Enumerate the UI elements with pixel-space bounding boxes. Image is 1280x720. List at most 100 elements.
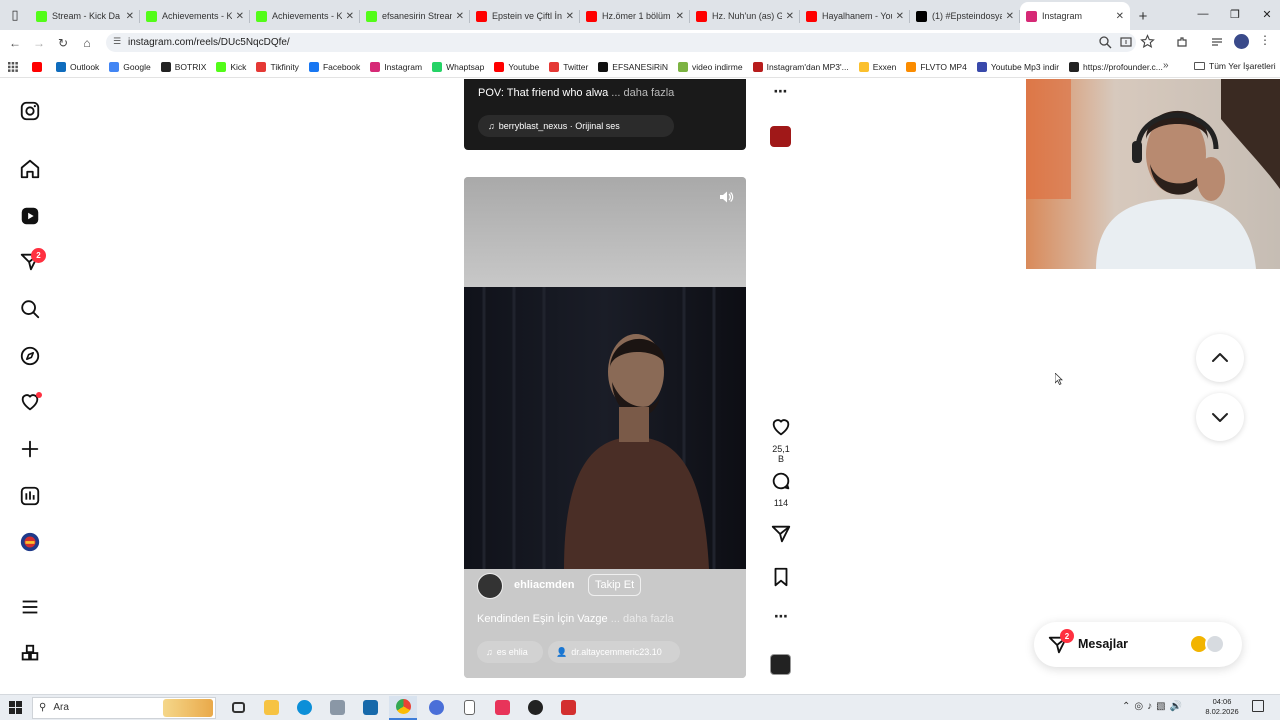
reel-top-more-options-icon[interactable]: ⋯: [768, 83, 794, 100]
tab-close-icon[interactable]: ✕: [236, 11, 244, 22]
bookmark-item[interactable]: Facebook: [308, 61, 360, 72]
tiktok-icon[interactable]: [488, 696, 516, 720]
create-plus-icon[interactable]: [18, 437, 42, 461]
tab-close-icon[interactable]: ✕: [126, 11, 134, 22]
taskbar-clock[interactable]: 04:06 8.02.2026: [1205, 697, 1239, 717]
more-options-icon[interactable]: ⋯: [768, 608, 794, 625]
bookmark-item[interactable]: Youtube Mp3 indir: [976, 61, 1059, 72]
bookmark-star-icon[interactable]: [1140, 34, 1155, 49]
home-icon[interactable]: [18, 157, 42, 181]
forward-button[interactable]: →: [27, 31, 51, 55]
audio-chip[interactable]: ♫ berryblast_nexus · Orijinal ses: [478, 115, 674, 137]
reel-video-frame[interactable]: [464, 287, 746, 569]
audio-thumbnail[interactable]: [770, 654, 791, 675]
dashboard-chart-icon[interactable]: [18, 484, 42, 508]
bookmark-item[interactable]: Instagram: [370, 61, 422, 72]
tab-close-icon[interactable]: ✕: [1006, 11, 1014, 22]
browser-tab[interactable]: Achievements - K ✕: [250, 2, 360, 30]
tab-close-icon[interactable]: ✕: [346, 11, 354, 22]
more-bookmarks-button[interactable]: »: [1163, 60, 1169, 71]
browser-tab[interactable]: Hayalhanem - You ✕: [800, 2, 910, 30]
chrome-menu-icon[interactable]: ⋮: [1259, 33, 1271, 47]
reload-button[interactable]: ↻: [51, 31, 75, 55]
bookmark-item[interactable]: Youtube: [494, 61, 539, 72]
bookmark-item[interactable]: FLVTO MP4: [906, 61, 967, 72]
all-bookmarks-folder[interactable]: Tüm Yer İşaretleri: [1194, 61, 1276, 71]
explore-compass-icon[interactable]: [18, 344, 42, 368]
also-from-meta-icon[interactable]: [18, 642, 42, 666]
site-info-icon[interactable]: ☰: [113, 36, 121, 47]
notification-center-icon[interactable]: [1252, 700, 1264, 712]
tab-close-icon[interactable]: ✕: [456, 11, 464, 22]
chrome-taskbar-icon[interactable]: [389, 695, 417, 720]
previous-reel-button[interactable]: [1196, 334, 1244, 382]
browser-tab[interactable]: Instagram ✕: [1020, 2, 1130, 30]
author-username[interactable]: ehliacmden: [514, 579, 575, 591]
reel-top-audio-thumbnail[interactable]: [770, 126, 791, 147]
new-tab-button[interactable]: +: [1130, 2, 1156, 30]
app-icon-orb[interactable]: [422, 696, 450, 720]
taskbar-search-box[interactable]: ⚲ Ara: [32, 696, 216, 719]
maximize-button[interactable]: ❐: [1218, 0, 1252, 28]
follow-button[interactable]: Takip Et: [588, 574, 642, 596]
zoom-icon[interactable]: [1098, 35, 1112, 49]
reel-main[interactable]: ehliacmden Takip Et Kendinden Eşin İçin …: [464, 177, 746, 678]
install-app-icon[interactable]: [1119, 35, 1133, 49]
bookmark-item[interactable]: Whaptsap: [432, 61, 484, 72]
browser-tab[interactable]: Stream - Kick Da ✕: [30, 2, 140, 30]
author-avatar[interactable]: [477, 573, 503, 599]
bookmark-item[interactable]: BOTRIX: [160, 61, 206, 72]
bookmark-item[interactable]: EFSANESiRiN: [598, 61, 668, 72]
bookmark-item[interactable]: [32, 61, 46, 72]
windows-start-icon[interactable]: [9, 701, 22, 714]
browser-tab[interactable]: Hz. Nuh'un (as) G ✕: [690, 2, 800, 30]
profile-avatar-icon[interactable]: [18, 530, 42, 554]
browser-tab[interactable]: Epstein ve Çiftl İn ✕: [470, 2, 580, 30]
tikfinity-icon[interactable]: [554, 696, 582, 720]
tab-close-icon[interactable]: ✕: [896, 11, 904, 22]
bookmark-item[interactable]: Google: [109, 61, 151, 72]
reel-previous[interactable]: POV: That friend who alwa ... daha fazla…: [464, 79, 746, 150]
like-button[interactable]: 25,1 B: [768, 416, 794, 464]
tab-search-button[interactable]: ▯: [0, 0, 30, 30]
profile-avatar[interactable]: [1234, 34, 1249, 49]
caption-more-link[interactable]: ... daha fazla: [611, 613, 674, 625]
browser-tab[interactable]: Hz.ömer 1 bölüm ✕: [580, 2, 690, 30]
app-icon-blue[interactable]: [356, 696, 384, 720]
apps-icon[interactable]: [8, 61, 18, 72]
app-icon-grey[interactable]: [323, 696, 351, 720]
tagged-user-chip[interactable]: 👤 dr.altaycemmeric23.10: [548, 641, 680, 663]
browser-tab[interactable]: efsanesirin Stream ✕: [360, 2, 470, 30]
bookmark-item[interactable]: Exxen: [858, 61, 896, 72]
tab-close-icon[interactable]: ✕: [1116, 11, 1124, 22]
file-explorer-icon[interactable]: [257, 696, 285, 720]
task-view-icon[interactable]: [224, 696, 252, 720]
bookmark-item[interactable]: https://profounder.c...: [1069, 61, 1163, 72]
system-tray-icons[interactable]: ⌃◎♪▧🔊: [1122, 701, 1186, 712]
reels-icon[interactable]: [18, 204, 42, 228]
tab-close-icon[interactable]: ✕: [566, 11, 574, 22]
tab-close-icon[interactable]: ✕: [786, 11, 794, 22]
address-bar[interactable]: ☰ instagram.com/reels/DUc5NqcDQfe/: [106, 33, 1136, 52]
bookmark-item[interactable]: Outlook: [56, 61, 99, 72]
more-menu-icon[interactable]: [18, 595, 42, 619]
bookmark-item[interactable]: Twitter: [549, 61, 588, 72]
tab-close-icon[interactable]: ✕: [676, 11, 684, 22]
reading-list-icon[interactable]: [1210, 35, 1224, 49]
bookmark-item[interactable]: Tikfinity: [256, 61, 299, 72]
bookmark-item[interactable]: Kick: [216, 61, 246, 72]
bookmark-item[interactable]: video indirme: [678, 61, 743, 72]
messages-pill[interactable]: 2 Mesajlar: [1034, 622, 1242, 667]
search-icon[interactable]: [18, 297, 42, 321]
save-button[interactable]: [768, 566, 794, 593]
share-button[interactable]: [768, 523, 794, 550]
volume-icon[interactable]: [718, 189, 734, 205]
edge-browser-icon[interactable]: [290, 696, 318, 720]
obs-icon[interactable]: [521, 696, 549, 720]
notepad-icon[interactable]: [455, 696, 483, 720]
comment-button[interactable]: 114: [768, 470, 794, 508]
minimize-button[interactable]: —: [1186, 0, 1220, 28]
audio-chip[interactable]: ♫ es ehlia: [477, 641, 543, 663]
bookmark-item[interactable]: Instagram'dan MP3'...: [752, 61, 849, 72]
back-button[interactable]: ←: [3, 31, 27, 55]
